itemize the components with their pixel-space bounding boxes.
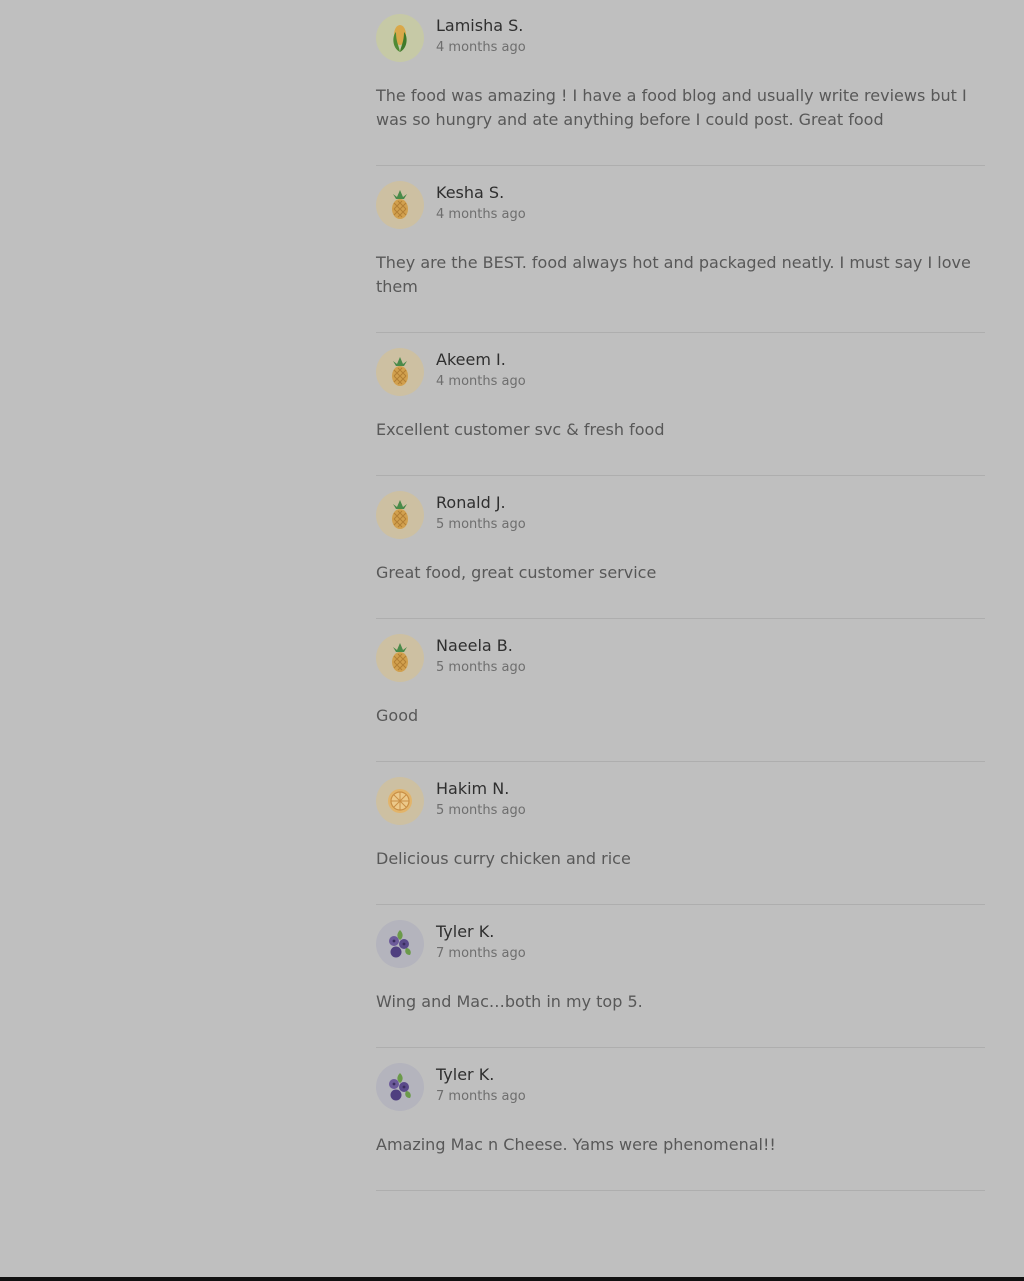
review-time: 5 months ago bbox=[436, 803, 526, 818]
reviews-list: Lamisha S. 4 months ago The food was amazi… bbox=[376, 0, 985, 1192]
avatar bbox=[376, 1063, 424, 1111]
reviewer-name: Naeela B. bbox=[436, 636, 513, 655]
reviewer-name: Tyler K. bbox=[436, 1065, 495, 1084]
reviewer-name: Hakim N. bbox=[436, 779, 510, 798]
review-text: Great food, great customer service bbox=[376, 563, 657, 582]
avatar bbox=[376, 181, 424, 229]
corn-icon bbox=[386, 22, 414, 54]
review-header: Lamisha S. 4 months ago bbox=[376, 14, 985, 62]
review-header: Akeem I. 4 months ago bbox=[376, 348, 985, 396]
review-time: 4 months ago bbox=[436, 374, 526, 389]
review-time: 5 months ago bbox=[436, 517, 526, 532]
review-header: Ronald J. 5 months ago bbox=[376, 491, 985, 539]
review-time: 7 months ago bbox=[436, 946, 526, 961]
review-item: Ronald J. 5 months ago Great food, great c… bbox=[376, 477, 985, 619]
pineapple-icon bbox=[386, 498, 414, 532]
reviewer-name: Tyler K. bbox=[436, 922, 495, 941]
pineapple-icon bbox=[386, 641, 414, 675]
bottom-bar bbox=[0, 1277, 1024, 1281]
blueberry-icon bbox=[384, 1071, 416, 1103]
review-item: Tyler K. 7 months ago Wing and Mac…both in… bbox=[376, 906, 985, 1048]
reviewer-info: Akeem I. 4 months ago bbox=[436, 348, 526, 390]
review-item: Naeela B. 5 months ago Good bbox=[376, 620, 985, 762]
review-text: Good bbox=[376, 706, 419, 725]
review-time: 4 months ago bbox=[436, 207, 526, 222]
pineapple-icon bbox=[386, 355, 414, 389]
review-header: Hakim N. 5 months ago bbox=[376, 777, 985, 825]
reviewer-info: Ronald J. 5 months ago bbox=[436, 491, 526, 533]
reviewer-name: Lamisha S. bbox=[436, 16, 524, 35]
reviewer-name: Akeem I. bbox=[436, 350, 506, 369]
review-header: Naeela B. 5 months ago bbox=[376, 634, 985, 682]
reviewer-name: Ronald J. bbox=[436, 493, 506, 512]
review-item: Kesha S. 4 months ago They are the BEST. f… bbox=[376, 167, 985, 333]
review-text: Amazing Mac n Cheese. Yams were phenomen… bbox=[376, 1135, 776, 1154]
reviewer-info: Tyler K. 7 months ago bbox=[436, 1063, 526, 1105]
review-header: Tyler K. 7 months ago bbox=[376, 920, 985, 968]
review-header: Kesha S. 4 months ago bbox=[376, 181, 985, 229]
reviewer-info: Kesha S. 4 months ago bbox=[436, 181, 526, 223]
review-item: Tyler K. 7 months ago Amazing Mac n Cheese… bbox=[376, 1049, 985, 1191]
avatar bbox=[376, 348, 424, 396]
reviewer-info: Lamisha S. 4 months ago bbox=[436, 14, 526, 56]
review-time: 7 months ago bbox=[436, 1089, 526, 1104]
avatar bbox=[376, 920, 424, 968]
reviewer-name: Kesha S. bbox=[436, 183, 505, 202]
review-text: Delicious curry chicken and rice bbox=[376, 849, 631, 868]
pineapple-icon bbox=[386, 188, 414, 222]
review-time: 5 months ago bbox=[436, 660, 526, 675]
review-item: Akeem I. 4 months ago Excellent customer s… bbox=[376, 334, 985, 476]
review-time: 4 months ago bbox=[436, 40, 526, 55]
review-text: Excellent customer svc & fresh food bbox=[376, 420, 665, 439]
blueberry-icon bbox=[384, 928, 416, 960]
review-text: The food was amazing ! I have a food blo… bbox=[376, 86, 967, 129]
review-item: Lamisha S. 4 months ago The food was amazi… bbox=[376, 0, 985, 166]
reviewer-info: Tyler K. 7 months ago bbox=[436, 920, 526, 962]
review-text: Wing and Mac…both in my top 5. bbox=[376, 992, 643, 1011]
avatar bbox=[376, 777, 424, 825]
review-item: Hakim N. 5 months ago Delicious curry chic… bbox=[376, 763, 985, 905]
reviewer-info: Naeela B. 5 months ago bbox=[436, 634, 526, 676]
orange-slice-icon bbox=[385, 786, 415, 816]
avatar bbox=[376, 634, 424, 682]
avatar bbox=[376, 14, 424, 62]
avatar bbox=[376, 491, 424, 539]
review-text: They are the BEST. food always hot and p… bbox=[376, 253, 971, 296]
review-header: Tyler K. 7 months ago bbox=[376, 1063, 985, 1111]
reviewer-info: Hakim N. 5 months ago bbox=[436, 777, 526, 819]
